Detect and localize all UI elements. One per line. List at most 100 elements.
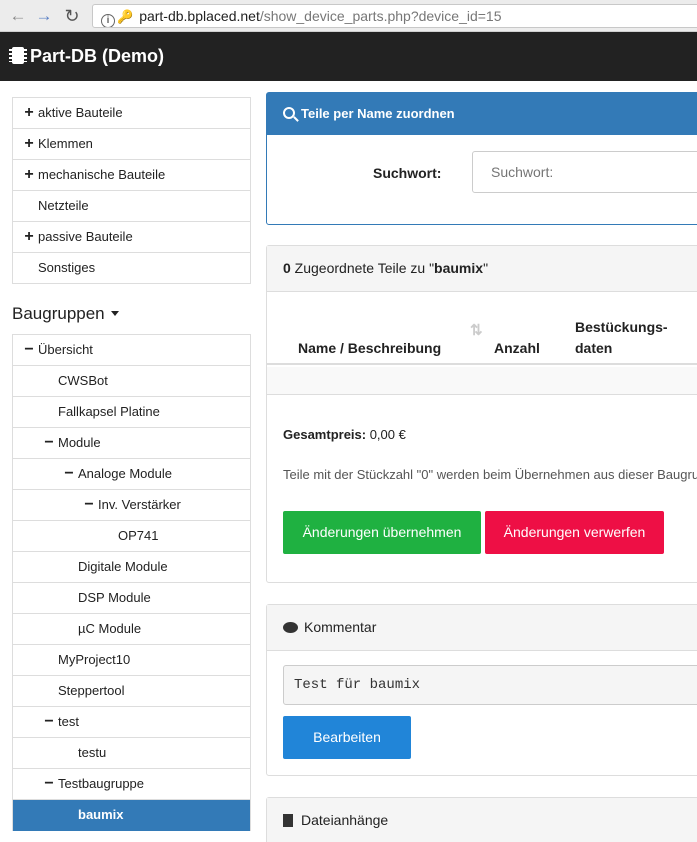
tree-item-label: baumix [78, 807, 124, 822]
apply-changes-button[interactable]: Änderungen übernehmen [283, 511, 481, 554]
tree-item[interactable]: Fallkapsel Platine [13, 397, 250, 428]
empty-row [267, 367, 697, 395]
minus-icon[interactable]: − [63, 459, 75, 489]
total-label: Gesamtpreis: [283, 427, 367, 442]
plus-icon[interactable]: + [23, 129, 35, 159]
total-price: Gesamtpreis: 0,00 € [283, 427, 406, 442]
search-panel-header: Teile per Name zuordnen [267, 93, 697, 135]
attachments-title: Dateianhänge [301, 812, 389, 828]
tree-item[interactable]: − Module [13, 428, 250, 459]
tree-item[interactable]: Digitale Module [13, 552, 250, 583]
minus-icon[interactable]: − [23, 335, 35, 365]
minus-icon[interactable]: − [83, 490, 95, 520]
category-item[interactable]: + mechanische Bauteile [13, 160, 250, 191]
app-navbar: Part-DB (Demo) [0, 32, 697, 81]
tree-item-label: test [58, 714, 79, 729]
comment-panel-header: Kommentar [267, 605, 697, 651]
tree-item-label: Testbaugruppe [58, 776, 145, 791]
file-icon [283, 814, 293, 827]
tree-item-label: µC Module [78, 621, 142, 636]
url-host: part-db.bplaced.net [139, 8, 260, 24]
parts-device-name: baumix [434, 260, 484, 276]
tree-item[interactable]: DSP Module [13, 583, 250, 614]
tree-item[interactable]: µC Module [13, 614, 250, 645]
category-label: Klemmen [38, 136, 93, 151]
url-path: /show_device_parts.php?device_id=15 [259, 8, 502, 24]
parts-panel-header: 0 Zugeordnete Teile zu "baumix" [267, 246, 697, 292]
col-bestueckung-1[interactable]: Bestückungs- [575, 319, 668, 335]
category-label: mechanische Bauteile [38, 167, 166, 182]
sort-icon[interactable]: ⇅ [470, 321, 483, 339]
tree-item[interactable]: OP741 [13, 521, 250, 552]
col-name[interactable]: Name / Beschreibung [298, 340, 441, 356]
plus-icon[interactable]: + [23, 160, 35, 190]
tree-item[interactable]: baumix [13, 800, 250, 831]
baugruppen-dropdown[interactable]: Baugruppen [12, 304, 119, 324]
tree-item-label: CWSBot [58, 373, 108, 388]
caret-down-icon [110, 311, 119, 316]
info-icon[interactable]: i [101, 14, 115, 27]
discard-changes-button[interactable]: Änderungen verwerfen [485, 511, 664, 554]
search-icon [283, 107, 299, 122]
tree-item-label: Analoge Module [78, 466, 172, 481]
tree-item[interactable]: Steppertool [13, 676, 250, 707]
comment-text: Test für baumix [283, 665, 697, 705]
comment-title: Kommentar [304, 619, 377, 635]
col-anzahl[interactable]: Anzahl [494, 340, 540, 356]
tree-item[interactable]: − Analoge Module [13, 459, 250, 490]
edit-button[interactable]: Bearbeiten [283, 716, 411, 759]
search-panel-title: Teile per Name zuordnen [301, 106, 455, 121]
category-label: aktive Bauteile [38, 105, 123, 120]
category-item[interactable]: + Klemmen [13, 129, 250, 160]
parts-title-end: " [483, 260, 489, 276]
minus-icon[interactable]: − [43, 707, 55, 737]
minus-icon[interactable]: − [43, 769, 55, 799]
col-bestueckung-2[interactable]: daten [575, 340, 612, 356]
chip-icon [9, 47, 27, 64]
tree-item[interactable]: − Inv. Verstärker [13, 490, 250, 521]
zero-count-note: Teile mit der Stückzahl "0" werden beim … [283, 467, 697, 482]
tree-item-label: Fallkapsel Platine [58, 404, 160, 419]
attachments-panel: Dateianhänge [266, 797, 697, 842]
tree-item[interactable]: MyProject10 [13, 645, 250, 676]
category-item[interactable]: + aktive Bauteile [13, 98, 250, 129]
parts-count: 0 [283, 260, 291, 276]
category-item[interactable]: + passive Bauteile [13, 222, 250, 253]
tree-item[interactable]: − test [13, 707, 250, 738]
tree-item[interactable]: − Übersicht [13, 335, 250, 366]
back-arrow-icon[interactable]: ← [8, 6, 28, 26]
forward-arrow-icon[interactable]: → [34, 6, 54, 26]
browser-toolbar: ← → ↻ i 🔑 part-db.bplaced.net/show_device_… [0, 0, 697, 32]
search-input[interactable] [472, 151, 697, 193]
tree-item-label: Steppertool [58, 683, 125, 698]
tree-item-label: MyProject10 [58, 652, 131, 667]
parts-title: Zugeordnete Teile zu " [290, 260, 435, 276]
comment-panel: Kommentar Test für baumix Bearbeiten [266, 604, 697, 776]
category-label: Netzteile [38, 198, 89, 213]
minus-icon[interactable]: − [43, 428, 55, 458]
tree-item[interactable]: − Testbaugruppe [13, 769, 250, 800]
category-item[interactable]: Netzteile [13, 191, 250, 222]
total-value: 0,00 € [366, 427, 406, 442]
comment-icon [283, 622, 298, 633]
address-bar[interactable]: i 🔑 part-db.bplaced.net/show_device_parts.… [92, 4, 697, 28]
device-tree: − Übersicht CWSBot Fallkapsel Platine − Modul… [12, 334, 251, 831]
tree-item-label: testu [78, 745, 107, 760]
category-label: passive Bauteile [38, 229, 133, 244]
key-icon: 🔑 [117, 9, 134, 24]
tree-item-label: Module [58, 435, 101, 450]
app-brand[interactable]: Part-DB (Demo) [9, 45, 164, 67]
tree-item-label: Inv. Verstärker [98, 497, 181, 512]
tree-item[interactable]: CWSBot [13, 366, 250, 397]
category-list: + aktive Bauteile + Klemmen + mechanische Bau… [12, 97, 251, 284]
plus-icon[interactable]: + [23, 98, 35, 128]
tree-item-label: OP741 [118, 528, 159, 543]
attachments-panel-header: Dateianhänge [267, 798, 697, 842]
plus-icon[interactable]: + [23, 222, 35, 252]
category-item[interactable]: Sonstiges [13, 253, 250, 284]
tree-item[interactable]: testu [13, 738, 250, 769]
tree-item-label: DSP Module [78, 590, 151, 605]
reload-icon[interactable]: ↻ [62, 6, 82, 26]
tree-item-label: Übersicht [38, 342, 93, 357]
baugruppen-heading: Baugruppen [12, 304, 105, 323]
